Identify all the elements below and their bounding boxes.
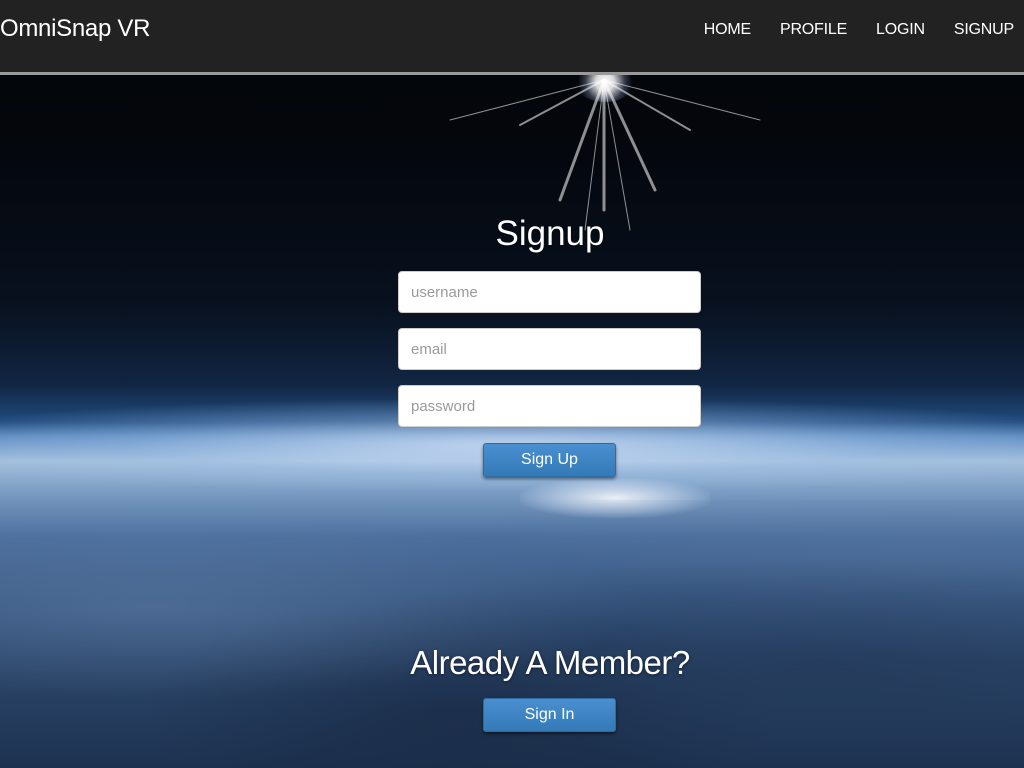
navbar: OmniSnap VR HOME PROFILE LOGIN SIGNUP: [0, 0, 1024, 75]
email-input[interactable]: [398, 328, 701, 370]
nav-link-signup[interactable]: SIGNUP: [954, 21, 1014, 39]
username-input[interactable]: [398, 271, 701, 313]
nav-link-profile[interactable]: PROFILE: [780, 21, 847, 39]
sign-up-button[interactable]: Sign Up: [483, 443, 616, 477]
nav-link-home[interactable]: HOME: [704, 21, 751, 39]
page: OmniSnap VR HOME PROFILE LOGIN SIGNUP Si…: [0, 0, 1024, 768]
already-member-title: Already A Member?: [410, 644, 690, 681]
nav-link-login[interactable]: LOGIN: [876, 21, 925, 39]
nav-links: HOME PROFILE LOGIN SIGNUP: [704, 21, 1014, 39]
password-input[interactable]: [398, 385, 701, 427]
signup-title: Signup: [495, 214, 605, 253]
sign-in-button[interactable]: Sign In: [483, 698, 616, 732]
brand-link[interactable]: OmniSnap VR: [0, 15, 150, 43]
